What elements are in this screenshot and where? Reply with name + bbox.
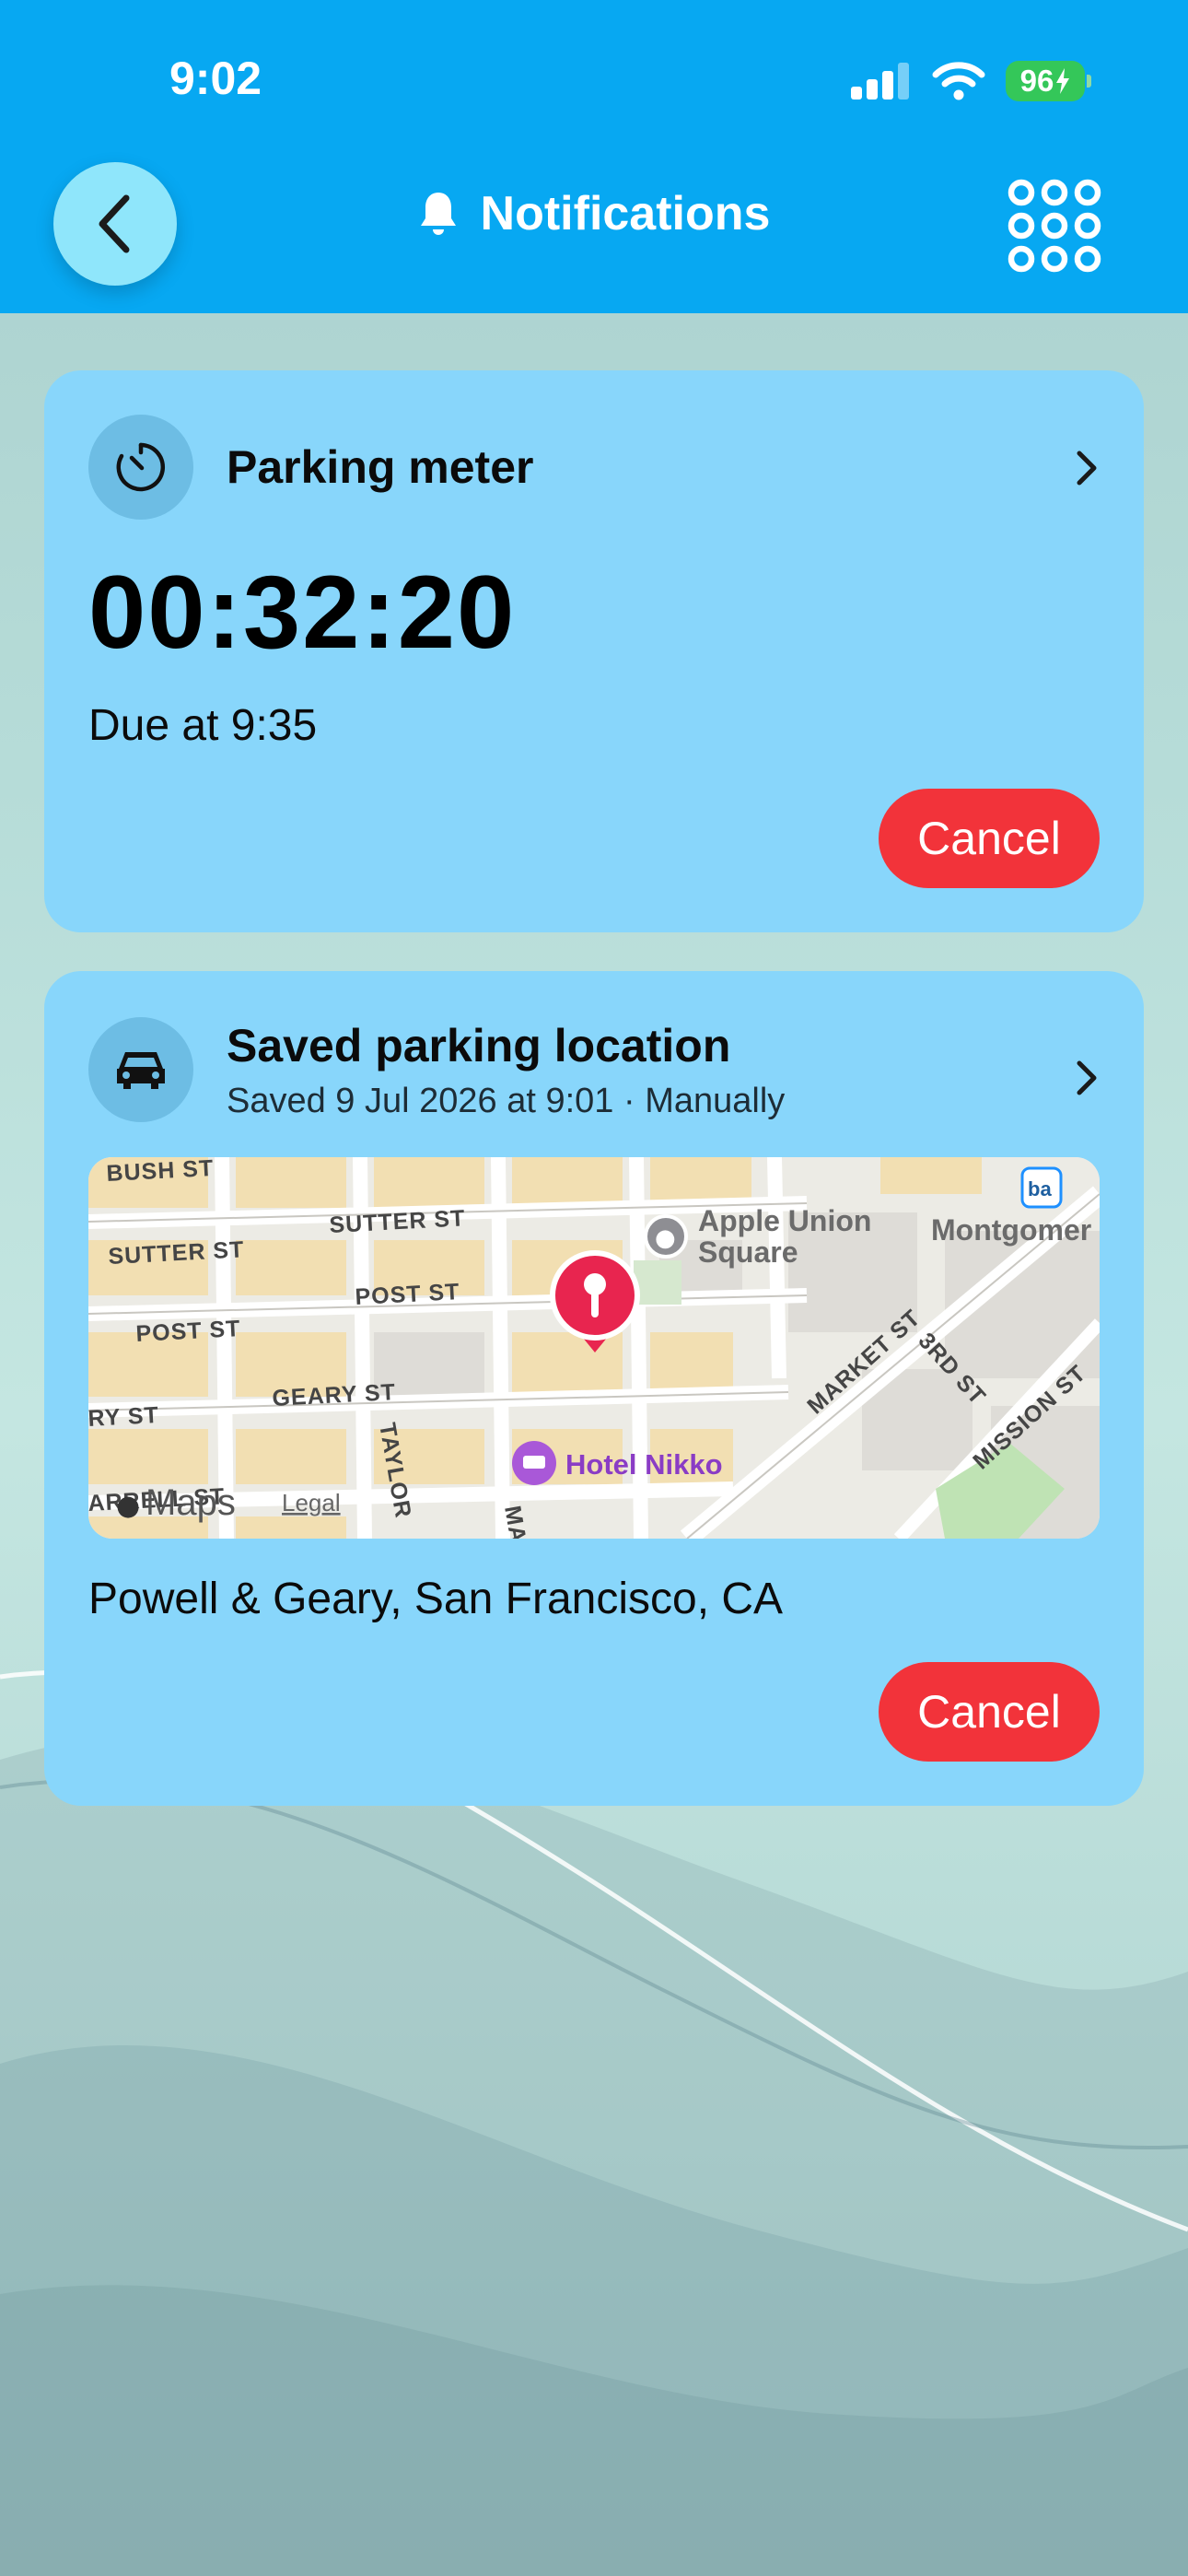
- street-label-post-east: POST ST: [355, 1279, 460, 1310]
- svg-text:●: ●: [655, 1224, 676, 1252]
- poi-montgomery: Montgomer: [931, 1213, 1091, 1247]
- saved-address: Powell & Geary, San Francisco, CA: [88, 1575, 784, 1623]
- cancel-location-button[interactable]: Cancel: [879, 1662, 1100, 1762]
- timer-icon: [116, 442, 166, 492]
- legal-link[interactable]: Legal: [282, 1489, 341, 1516]
- saved-location-title: Saved parking location: [227, 1020, 731, 1071]
- page-title: Notifications: [480, 187, 771, 240]
- street-label-post-west: POST ST: [135, 1316, 241, 1347]
- wifi-icon: [932, 62, 985, 100]
- bell-icon: [420, 193, 456, 235]
- parking-meter-card[interactable]: Parking meter 00:32:20 Due at 9:35 Cance…: [44, 370, 1144, 932]
- cellular-signal-icon: [851, 63, 909, 100]
- saved-location-subtitle: Saved 9 Jul 2026 at 9:01 · Manually: [227, 1082, 786, 1120]
- saved-location-card[interactable]: Saved parking location Saved 9 Jul 2026 …: [44, 971, 1144, 1806]
- chevron-right-icon[interactable]: [1070, 440, 1103, 496]
- svg-text:ba: ba: [1028, 1177, 1052, 1200]
- parking-meter-title: Parking meter: [227, 441, 534, 493]
- due-time: Due at 9:35: [88, 701, 318, 750]
- car-icon-circle: [88, 1017, 193, 1122]
- poi-apple-union-square-line2: Square: [698, 1235, 798, 1269]
- status-time: 9:02: [169, 53, 262, 104]
- timer-icon-circle: [88, 415, 193, 520]
- cancel-meter-button[interactable]: Cancel: [879, 789, 1100, 888]
- maps-attribution: Maps: [146, 1482, 236, 1523]
- charging-bolt-icon: [1056, 68, 1070, 94]
- parking-map[interactable]: BUSH ST SUTTER ST SUTTER ST POST ST POST…: [88, 1157, 1100, 1539]
- street-label-geary-west: RY ST: [88, 1402, 159, 1432]
- battery-level: 96: [1019, 64, 1054, 98]
- chevron-right-icon[interactable]: [1070, 1050, 1103, 1106]
- status-icons: 96: [851, 59, 1091, 103]
- app-header: 9:02 96 Notifications: [0, 0, 1188, 313]
- battery-indicator: 96: [1006, 61, 1091, 101]
- poi-hotel-nikko: Hotel Nikko: [565, 1448, 723, 1481]
- svg-text:●: ●: [116, 1490, 140, 1522]
- car-icon: [117, 1052, 165, 1089]
- countdown-timer: 00:32:20: [88, 555, 517, 670]
- grid-menu-icon[interactable]: [1006, 177, 1103, 275]
- poi-apple-union-square: Apple Union: [698, 1204, 871, 1237]
